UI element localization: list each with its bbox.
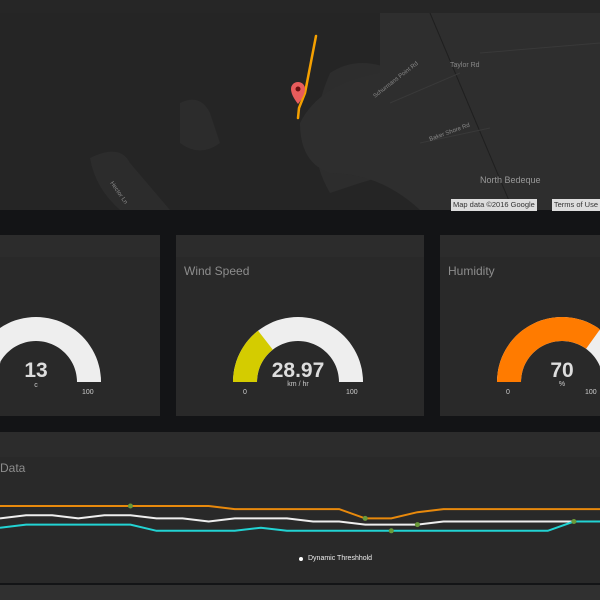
data-point-marker: [362, 515, 368, 521]
series-line-1: [0, 514, 600, 526]
gauge-max: 100: [585, 389, 597, 396]
terms-of-use-link[interactable]: Terms of Use: [551, 199, 600, 211]
data-point-marker: [414, 522, 420, 528]
gauge-unit: c: [34, 382, 38, 389]
map-canvas: Taylor Rd Schurmans Point Rd Baker Shore…: [90, 13, 600, 210]
data-point-marker: [571, 519, 577, 524]
data-chart-panel: Data Dynamic Threshhold: [0, 432, 600, 583]
gauge-wind-speed: [233, 317, 363, 382]
gauge-max: 100: [346, 389, 358, 396]
gauge-min: 0: [506, 389, 510, 396]
gauge-value: 28.97: [271, 359, 325, 382]
bottom-panel-header: [0, 585, 600, 600]
series-line-2: [0, 520, 600, 532]
gauge-min: 0: [243, 389, 247, 396]
gauge-value: 70: [550, 359, 574, 382]
gauge-value: 13: [24, 359, 48, 382]
gauge-unit: km / hr: [287, 381, 309, 388]
map-label: Taylor Rd: [450, 62, 480, 69]
top-bar: [0, 0, 600, 13]
legend-marker-icon: [299, 556, 303, 561]
data-point-marker: [127, 503, 133, 509]
gauge-humidity: [497, 317, 600, 382]
legend-label: Dynamic Threshhold: [308, 555, 373, 562]
gauge-unit: %: [558, 381, 566, 388]
gauge-card-humidity: Humidity 70 % 0 100: [440, 235, 600, 416]
gauge-max: 100: [82, 389, 94, 396]
map-attribution: Map data ©2016 Google: [451, 199, 537, 211]
map-label: North Bedeque: [480, 175, 541, 185]
gauge-card-temperature: 13 c 100: [0, 235, 160, 416]
legend-item[interactable]: Dynamic Threshhold: [299, 555, 372, 562]
gauge-card-wind-speed: Wind Speed 28.97 km / hr 0 100: [176, 235, 424, 416]
data-point-marker: [388, 528, 394, 534]
map-view[interactable]: Taylor Rd Schurmans Point Rd Baker Shore…: [0, 13, 600, 211]
